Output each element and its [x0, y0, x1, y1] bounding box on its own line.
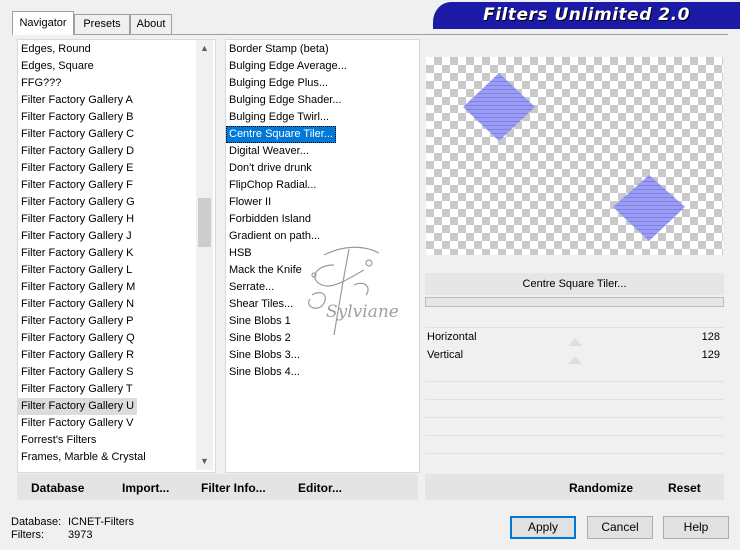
- app-logo-banner: Filters Unlimited 2.0: [433, 2, 740, 29]
- list-item[interactable]: Digital Weaver...: [226, 143, 312, 160]
- list-item[interactable]: Don't drive drunk: [226, 160, 315, 177]
- list-item[interactable]: Filter Factory Gallery J: [18, 228, 135, 245]
- help-button[interactable]: Help: [663, 516, 729, 539]
- param-horizontal-label: Horizontal: [427, 331, 477, 343]
- list-item[interactable]: FlipChop Radial...: [226, 177, 319, 194]
- status-filters-value: 3973: [68, 529, 93, 541]
- list-item[interactable]: Mack the Knife: [226, 262, 305, 279]
- list-item[interactable]: Forrest's Filters: [18, 432, 99, 449]
- list-item[interactable]: Filter Factory Gallery G: [18, 194, 138, 211]
- list-item[interactable]: Filter Factory Gallery A: [18, 92, 136, 109]
- param-line-empty: [425, 399, 724, 400]
- randomize-button[interactable]: Randomize: [569, 477, 633, 499]
- param-vertical-value: 129: [701, 349, 720, 361]
- list-item[interactable]: Filter Factory Gallery P: [18, 313, 136, 330]
- list-item[interactable]: Serrate...: [226, 279, 277, 296]
- param-line-empty: [425, 417, 724, 418]
- list-item[interactable]: Bulging Edge Shader...: [226, 92, 345, 109]
- vertical-slider-icon[interactable]: [568, 356, 582, 364]
- list-item[interactable]: Flower II: [226, 194, 274, 211]
- list-item[interactable]: Filter Factory Gallery D: [18, 143, 137, 160]
- list-item[interactable]: HSB: [226, 245, 255, 262]
- list-item[interactable]: Filter Factory Gallery K: [18, 245, 136, 262]
- list-item[interactable]: Filter Factory Gallery L: [18, 262, 135, 279]
- list-item[interactable]: Sine Blobs 2: [226, 330, 294, 347]
- list-item[interactable]: Filter Factory Gallery V: [18, 415, 136, 432]
- list-item[interactable]: Filter Factory Gallery F: [18, 177, 136, 194]
- scroll-thumb[interactable]: [198, 198, 211, 247]
- watermark-text: Sylviane: [326, 302, 399, 322]
- scroll-up-arrow-icon[interactable]: ▲: [196, 40, 213, 57]
- preview-image: [463, 73, 685, 241]
- app-title: Filters Unlimited 2.0: [483, 5, 690, 25]
- preview-diamond-2: [613, 175, 685, 241]
- preview-canvas[interactable]: [426, 57, 723, 255]
- list-item[interactable]: Filter Factory Gallery H: [18, 211, 137, 228]
- list-item[interactable]: Filter Factory Gallery S: [18, 364, 136, 381]
- tab-divider: [12, 34, 728, 35]
- list-item[interactable]: Bulging Edge Average...: [226, 58, 350, 75]
- tab-navigator[interactable]: Navigator: [12, 11, 74, 35]
- list-item[interactable]: Edges, Round: [18, 41, 94, 58]
- param-horizontal-value: 128: [701, 331, 720, 343]
- list-item[interactable]: Sine Blobs 3...: [226, 347, 303, 364]
- list-item[interactable]: Filter Factory Gallery T: [18, 381, 136, 398]
- list-item[interactable]: Edges, Square: [18, 58, 97, 75]
- list-item[interactable]: Filter Factory Gallery U: [18, 398, 138, 415]
- param-line-empty: [425, 435, 724, 436]
- list-item[interactable]: Filter Factory Gallery Q: [18, 330, 138, 347]
- list-item[interactable]: Frames, Marble & Crystal: [18, 449, 149, 466]
- list-item[interactable]: Filter Factory Gallery N: [18, 296, 137, 313]
- cancel-button[interactable]: Cancel: [587, 516, 653, 539]
- selected-filter-label: Centre Square Tiler...: [425, 273, 724, 295]
- param-vertical-label: Vertical: [427, 349, 464, 361]
- category-list[interactable]: Edges, Round Edges, Square FFG??? Filter Fa…: [17, 39, 216, 473]
- list-item[interactable]: FFG???: [18, 75, 64, 92]
- list-item[interactable]: Filter Factory Gallery E: [18, 160, 136, 177]
- filter-list[interactable]: Border Stamp (beta) Bulging Edge Average.…: [225, 39, 420, 473]
- preview-diamond-1: [463, 73, 535, 141]
- param-line-empty: [425, 453, 724, 454]
- progress-bar: [425, 297, 724, 307]
- status-filters-label: Filters:: [11, 529, 44, 541]
- filter-info-button[interactable]: Filter Info...: [201, 477, 266, 499]
- list-item[interactable]: Bulging Edge Twirl...: [226, 109, 332, 126]
- list-item[interactable]: Centre Square Tiler...: [226, 126, 336, 143]
- tab-about[interactable]: About: [130, 14, 172, 34]
- apply-button[interactable]: Apply: [510, 516, 576, 539]
- import-button[interactable]: Import...: [122, 477, 169, 499]
- list-item[interactable]: Sine Blobs 1: [226, 313, 294, 330]
- list-item[interactable]: Sine Blobs 4...: [226, 364, 303, 381]
- horizontal-slider-icon[interactable]: [568, 338, 582, 346]
- scroll-down-arrow-icon[interactable]: ▼: [196, 453, 213, 470]
- tab-presets[interactable]: Presets: [74, 14, 130, 34]
- reset-button[interactable]: Reset: [668, 477, 701, 499]
- list-item[interactable]: Forbidden Island: [226, 211, 314, 228]
- list-item[interactable]: Filter Factory Gallery B: [18, 109, 136, 126]
- category-scrollbar[interactable]: ▲ ▼: [196, 40, 213, 470]
- watermark-signature: [308, 246, 380, 336]
- list-item[interactable]: Filter Factory Gallery R: [18, 347, 137, 364]
- list-item[interactable]: Border Stamp (beta): [226, 41, 332, 58]
- status-database-label: Database:: [11, 516, 62, 528]
- list-item[interactable]: Filter Factory Gallery M: [18, 279, 138, 296]
- list-item[interactable]: Shear Tiles...: [226, 296, 296, 313]
- status-database-value: ICNET-Filters: [68, 516, 134, 528]
- param-line-empty: [425, 381, 724, 382]
- list-item[interactable]: Filter Factory Gallery C: [18, 126, 137, 143]
- editor-button[interactable]: Editor...: [298, 477, 342, 499]
- database-button[interactable]: Database: [31, 477, 84, 499]
- list-item[interactable]: Bulging Edge Plus...: [226, 75, 331, 92]
